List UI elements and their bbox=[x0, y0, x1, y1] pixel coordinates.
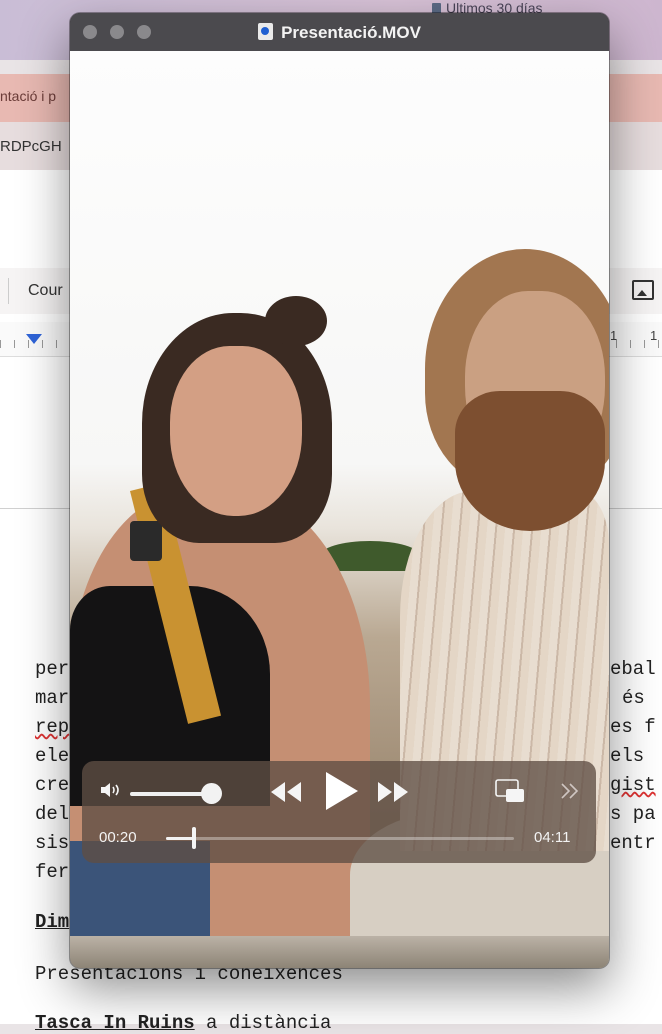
insert-image-icon[interactable] bbox=[632, 280, 654, 300]
toolbar-divider bbox=[8, 278, 9, 304]
playhead[interactable] bbox=[191, 827, 196, 849]
video-person-left-face bbox=[170, 346, 302, 516]
doc-line-right: és bbox=[622, 687, 645, 709]
volume-knob[interactable] bbox=[201, 783, 222, 804]
ruler-number: 1 bbox=[610, 328, 618, 343]
tasca-title: Tasca In Ruins bbox=[35, 1012, 195, 1034]
movie-file-icon bbox=[258, 23, 274, 40]
more-icon[interactable] bbox=[558, 778, 582, 804]
video-player-window: Presentació.MOV 00:20 04:11 bbox=[70, 13, 609, 968]
doc-heading: Dim bbox=[35, 911, 70, 933]
doc-line-left: per bbox=[35, 658, 70, 680]
tasca-rest: a distància bbox=[194, 1012, 332, 1034]
doc-line-left: fer bbox=[35, 861, 70, 883]
rewind-icon[interactable] bbox=[269, 779, 303, 805]
volume-slider[interactable] bbox=[130, 792, 212, 796]
font-selector[interactable]: Cour bbox=[28, 282, 63, 300]
picture-in-picture-icon[interactable] bbox=[494, 778, 526, 804]
doc-line-left: mar bbox=[35, 687, 70, 709]
ruler-number: 1 bbox=[650, 328, 658, 343]
doc-line-left: sis bbox=[35, 832, 70, 854]
video-strap-buckle bbox=[130, 521, 162, 561]
doc-line-right: ebal bbox=[610, 658, 656, 680]
tab-title: ntació i p bbox=[0, 88, 57, 104]
video-frame[interactable]: 00:20 04:11 bbox=[70, 51, 609, 968]
fast-forward-icon[interactable] bbox=[376, 779, 410, 805]
video-person-left-bun bbox=[265, 296, 327, 346]
scrub-bar[interactable] bbox=[166, 837, 514, 840]
url-text: RDPcGH bbox=[0, 138, 62, 155]
volume-icon[interactable] bbox=[98, 778, 124, 802]
doc-line-left: del bbox=[35, 803, 70, 825]
doc-line-tasca: Tasca In Ruins a distància bbox=[35, 1012, 331, 1034]
doc-line-right: gist bbox=[610, 774, 656, 796]
window-title: Presentació.MOV bbox=[281, 23, 421, 42]
playback-controls: 00:20 04:11 bbox=[82, 761, 596, 863]
video-person-right-beard bbox=[455, 391, 605, 531]
doc-line-right: s pa bbox=[610, 803, 656, 825]
doc-line-right: els bbox=[610, 745, 645, 767]
indent-marker[interactable] bbox=[26, 334, 42, 344]
current-time: 00:20 bbox=[99, 829, 137, 846]
doc-line-right: es f bbox=[610, 716, 656, 738]
doc-line-right: entr bbox=[610, 832, 656, 854]
scrub-progress bbox=[166, 837, 194, 840]
video-wooden-ledge bbox=[70, 936, 609, 968]
play-icon[interactable] bbox=[322, 770, 360, 812]
total-time: 04:11 bbox=[534, 829, 571, 846]
doc-line-left: rep bbox=[35, 716, 70, 738]
doc-line-left: ele bbox=[35, 745, 70, 767]
doc-line-left: cre bbox=[35, 774, 70, 796]
window-titlebar[interactable]: Presentació.MOV bbox=[70, 13, 609, 51]
